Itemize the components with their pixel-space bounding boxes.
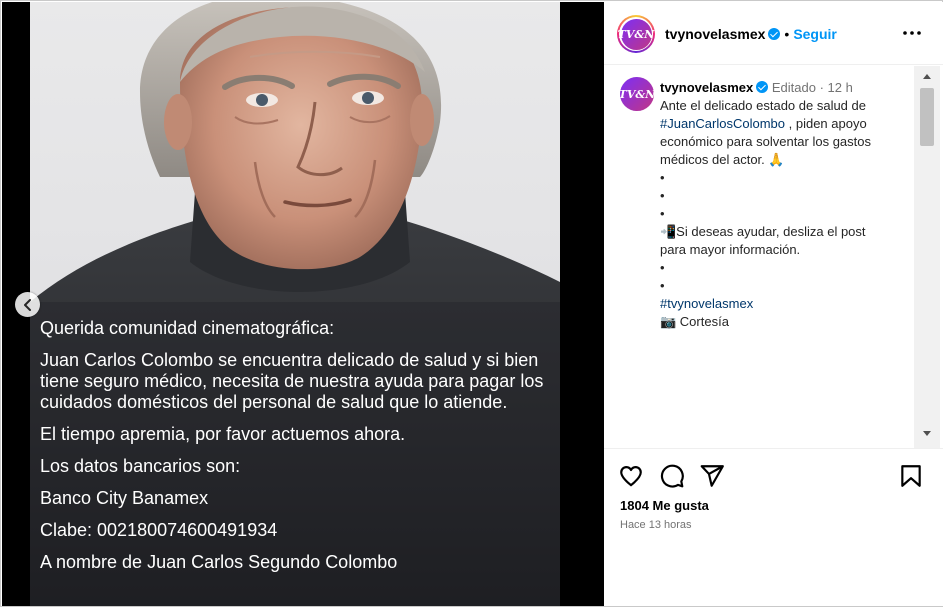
bookmark-icon	[901, 465, 921, 487]
comment-text-line: Ante el delicado estado de salud de	[660, 98, 866, 113]
hashtag-link[interactable]: #JuanCarlosColombo	[660, 116, 785, 131]
post-media[interactable]: Querida comunidad cinematográfica: Juan …	[2, 2, 604, 606]
comment-text-line: médicos del actor. 🙏	[660, 152, 785, 167]
comment-username[interactable]: tvynovelasmex	[660, 80, 753, 95]
likes-count[interactable]: 1804 Me gusta	[620, 498, 709, 513]
comment-text-line: económico para solventar los gastos	[660, 134, 872, 149]
comment-time[interactable]: 12 h	[828, 80, 853, 95]
bullet-line: •	[660, 170, 665, 185]
save-button[interactable]	[898, 463, 924, 489]
caption-line: A nombre de Juan Carlos Segundo Colombo	[40, 552, 398, 572]
edited-label: Editado	[771, 80, 816, 95]
header-username[interactable]: tvynovelasmex	[665, 26, 765, 42]
scroll-down-arrow-icon[interactable]	[923, 431, 931, 436]
caption-line: Los datos bancarios son:	[40, 456, 241, 476]
caption-line: El tiempo apremia, por favor actuemos ah…	[40, 424, 406, 444]
comment-text-line: para mayor información.	[660, 242, 801, 257]
more-options-button[interactable]	[902, 26, 922, 40]
caption-line: Querida comunidad cinematográfica:	[40, 318, 335, 338]
more-horizontal-icon	[903, 31, 921, 35]
post-actions: 1804 Me gusta Hace 13 horas	[604, 448, 943, 607]
avatar-logo: TV&N	[618, 18, 654, 50]
post-timestamp[interactable]: Hace 13 horas	[620, 519, 692, 531]
share-button[interactable]	[699, 463, 725, 489]
comment-head: tvynovelasmex Editado · 12 h	[660, 79, 910, 97]
comment-text-line: 📲Si deseas ayudar, desliza el post	[660, 224, 866, 239]
comments-area[interactable]: TV&N tvynovelasmex Editado · 12 h Ante e…	[604, 66, 943, 448]
hashtag-link[interactable]: #tvynovelasmex	[660, 296, 753, 311]
comment-icon	[660, 464, 684, 488]
meta-separator: ·	[819, 80, 824, 95]
avatar-ring-inner: TV&N	[618, 17, 654, 51]
avatar-ring-inner: TV&N	[619, 77, 655, 111]
avatar[interactable]: TV&N	[617, 15, 655, 53]
comment-avatar[interactable]: TV&N	[619, 77, 655, 111]
scroll-up-arrow-icon[interactable]	[923, 74, 931, 79]
previous-slide-button[interactable]	[15, 292, 40, 317]
post-header: TV&N tvynovelasmex • Seguir	[604, 2, 943, 65]
comment-text-line: #tvynovelasmex	[660, 295, 910, 313]
verified-badge-icon	[756, 81, 769, 93]
heart-icon	[620, 466, 642, 487]
bullet-line: •	[660, 260, 665, 275]
bullet-line: •	[660, 188, 665, 203]
follow-button[interactable]: Seguir	[793, 26, 837, 42]
header-user-row: tvynovelasmex • Seguir	[665, 26, 837, 42]
verified-badge-icon	[768, 28, 781, 40]
chevron-left-icon	[23, 298, 31, 311]
comment-text-line: 📷 Cortesía	[660, 314, 729, 329]
header-separator: •	[784, 26, 790, 42]
bullet-line: •	[660, 206, 665, 221]
comment-button[interactable]	[659, 463, 685, 489]
comments-scrollbar[interactable]	[914, 66, 940, 448]
caption-line: Clabe: 002180074600491934	[40, 520, 278, 540]
caption-comment: tvynovelasmex Editado · 12 h Ante el del…	[660, 79, 910, 331]
bullet-line: •	[660, 278, 665, 293]
scrollbar-thumb[interactable]	[920, 88, 934, 146]
post-caption-overlay: Querida comunidad cinematográfica: Juan …	[40, 318, 560, 584]
like-button[interactable]	[618, 463, 644, 489]
comment-text-line: #JuanCarlosColombo , piden apoyo	[660, 115, 910, 133]
post-modal: Querida comunidad cinematográfica: Juan …	[0, 0, 943, 607]
post-side-panel: TV&N tvynovelasmex • Seguir TV&N tvynove…	[604, 2, 943, 606]
comment-text: , piden apoyo	[785, 116, 867, 131]
share-icon	[700, 465, 724, 487]
caption-line: Banco City Banamex	[40, 488, 209, 508]
avatar-logo: TV&N	[619, 77, 655, 111]
caption-line: Juan Carlos Colombo se encuentra delicad…	[40, 350, 544, 412]
